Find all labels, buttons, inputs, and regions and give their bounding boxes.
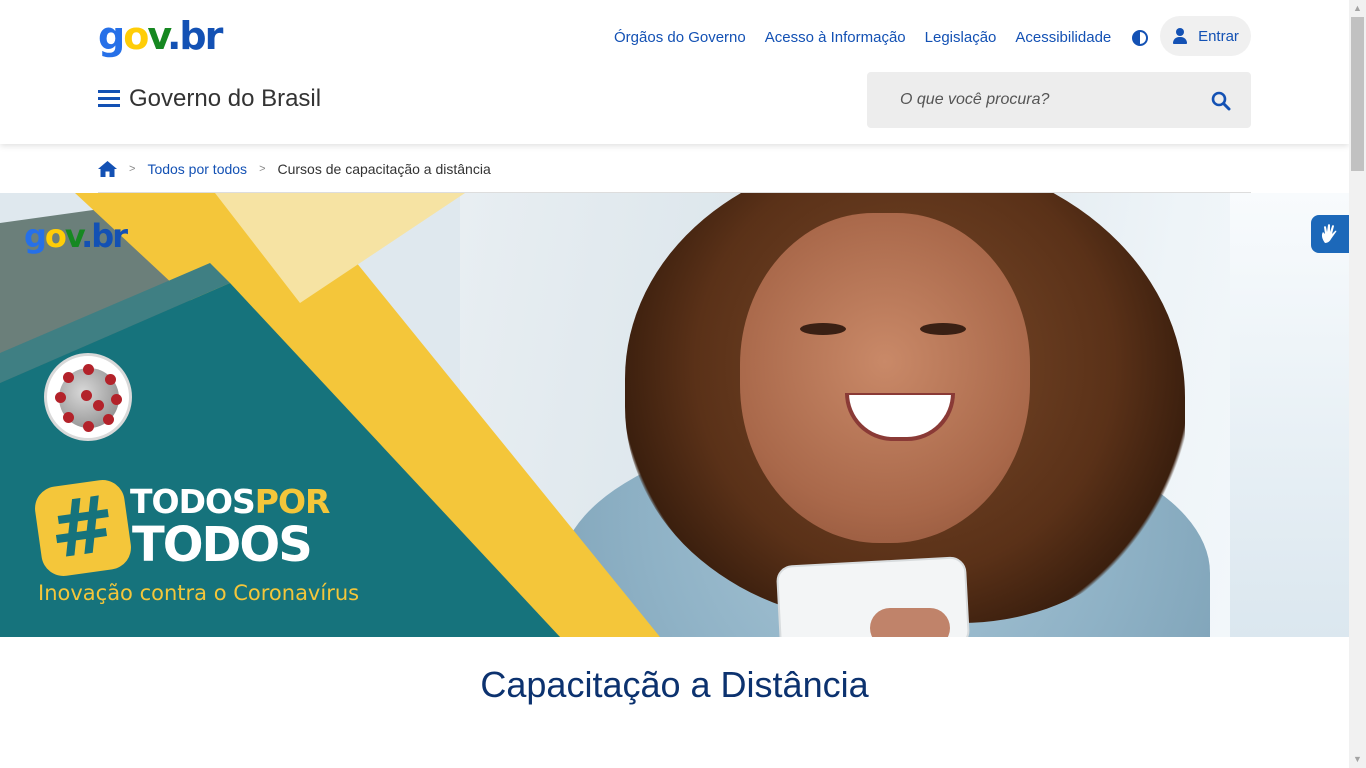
banner-govbr-logo: gov.br — [24, 217, 128, 255]
breadcrumb-current: Cursos de capacitação a distância — [277, 161, 491, 177]
site-title[interactable]: Governo do Brasil — [129, 85, 321, 113]
page-title: Capacitação a Distância — [480, 664, 869, 705]
hashtag-icon: # — [44, 478, 122, 578]
breadcrumb-separator: > — [259, 163, 266, 175]
banner-title-line2: TODOS — [132, 517, 313, 573]
banner-photo-face — [740, 213, 1030, 543]
vlibras-icon[interactable] — [1311, 215, 1349, 253]
link-legislacao[interactable]: Legislação — [925, 29, 997, 46]
search-icon[interactable] — [1211, 91, 1231, 111]
top-links: Órgãos do Governo Acesso à Informação Le… — [614, 29, 1149, 46]
scrollbar[interactable]: ▲ ▼ — [1349, 0, 1366, 768]
link-orgaos-do-governo[interactable]: Órgãos do Governo — [614, 29, 746, 46]
banner-photo-eye — [920, 323, 966, 335]
login-button[interactable]: Entrar — [1160, 16, 1251, 56]
banner-tagline: Inovação contra o Coronavírus — [38, 581, 360, 605]
banner-title-line1: TODOSPOR — [130, 482, 330, 521]
link-acesso-a-informacao[interactable]: Acesso à Informação — [765, 29, 906, 46]
breadcrumb-item-todos-por-todos[interactable]: Todos por todos — [147, 161, 247, 177]
logo-letter-g: g — [98, 14, 125, 58]
scroll-thumb[interactable] — [1351, 17, 1364, 171]
contrast-icon[interactable] — [1132, 29, 1149, 46]
login-label: Entrar — [1198, 27, 1239, 45]
link-acessibilidade[interactable]: Acessibilidade — [1015, 29, 1111, 46]
site-header: gov.br Órgãos do Governo Acesso à Inform… — [0, 0, 1349, 144]
menu-icon[interactable] — [98, 90, 120, 110]
govbr-logo[interactable]: gov.br — [98, 14, 223, 58]
scroll-up-arrow-icon[interactable]: ▲ — [1349, 0, 1366, 17]
logo-dotbr: .br — [166, 14, 223, 58]
breadcrumb-separator: > — [129, 163, 136, 175]
banner-photo-eye — [800, 323, 846, 335]
logo-letter-o: o — [123, 14, 149, 58]
banner-photo-window — [1230, 193, 1349, 637]
breadcrumb: > Todos por todos > Cursos de capacitaçã… — [98, 158, 491, 180]
banner-photo-hand — [870, 608, 950, 637]
search-input[interactable] — [867, 72, 1197, 128]
coronavirus-icon — [44, 353, 132, 441]
search-bar — [867, 72, 1251, 128]
home-icon[interactable] — [98, 161, 117, 177]
logo-letter-v: v — [147, 14, 169, 58]
user-icon — [1172, 28, 1188, 44]
scroll-down-arrow-icon[interactable]: ▼ — [1349, 751, 1366, 768]
hero-banner: gov.br # TODOSPOR TODOS Inovação contra … — [0, 193, 1349, 637]
